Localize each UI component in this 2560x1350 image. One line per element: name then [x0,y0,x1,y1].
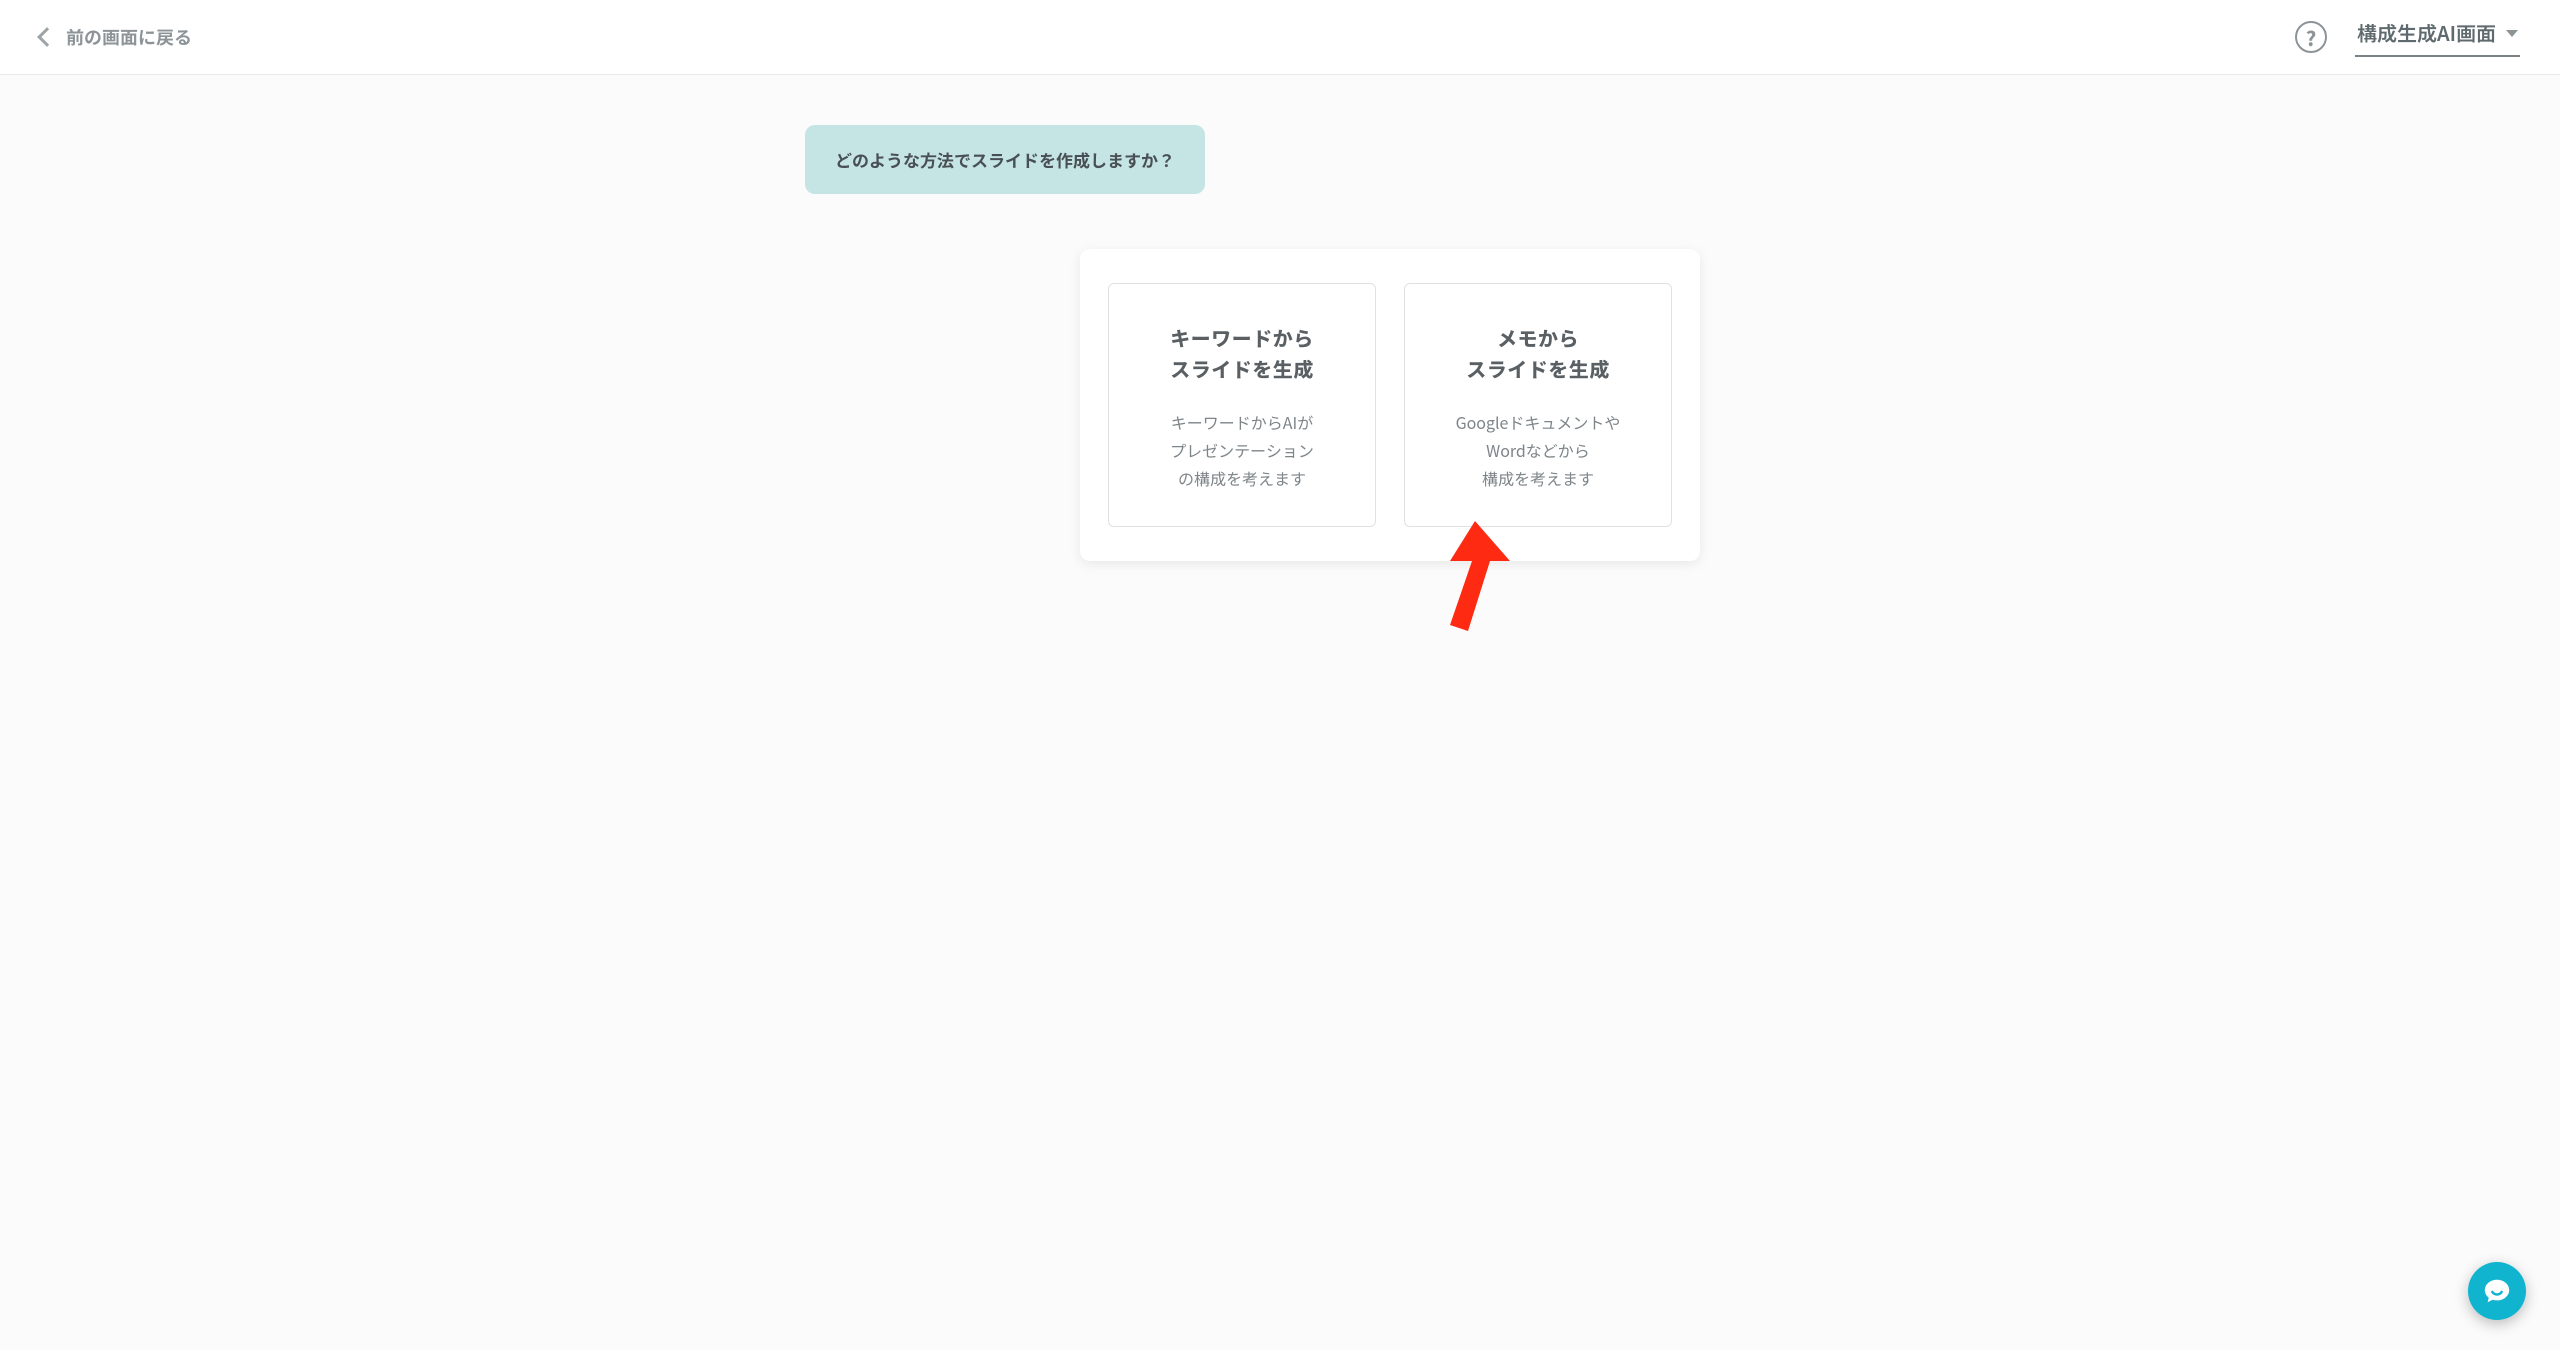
option-title-line: スライドを生成 [1466,354,1610,383]
chat-fab[interactable] [2468,1262,2526,1320]
prompt-text: どのような方法でスライドを作成しますか？ [835,147,1175,172]
help-icon[interactable]: ? [2295,21,2327,53]
option-desc-line: プレゼンテーション [1170,438,1314,462]
caret-down-icon [2506,30,2518,37]
annotation-arrow-icon [1420,521,1510,631]
top-bar: 前の画面に戻る ? 構成生成AI画面 [0,0,2560,75]
option-title-line: キーワードから [1170,323,1314,352]
option-title: キーワードから スライドを生成 [1170,322,1314,384]
option-desc-line: 構成を考えます [1482,466,1594,490]
prompt-bubble: どのような方法でスライドを作成しますか？ [805,125,1205,194]
back-button[interactable]: 前の画面に戻る [40,24,192,50]
option-title: メモから スライドを生成 [1466,322,1610,384]
option-title-line: メモから [1497,323,1579,352]
top-bar-right: ? 構成生成AI画面 [2295,18,2520,57]
option-desc-line: Wordなどから [1486,438,1590,462]
option-title-line: スライドを生成 [1170,354,1314,383]
option-desc: Googleドキュメントや Wordなどから 構成を考えます [1456,408,1621,492]
back-label: 前の画面に戻る [66,24,192,50]
option-desc-line: キーワードからAIが [1171,410,1313,434]
options-card: キーワードから スライドを生成 キーワードからAIが プレゼンテーション の構成… [1080,249,1700,561]
prompt-row: どのような方法でスライドを作成しますか？ [805,125,1625,194]
mode-selector[interactable]: 構成生成AI画面 [2355,18,2520,57]
chevron-left-icon [37,27,57,47]
option-from-memo[interactable]: メモから スライドを生成 Googleドキュメントや Wordなどから 構成を考… [1404,283,1672,527]
option-desc-line: Googleドキュメントや [1456,410,1621,434]
option-desc-line: の構成を考えます [1178,466,1306,490]
option-desc: キーワードからAIが プレゼンテーション の構成を考えます [1170,408,1314,492]
mode-label: 構成生成AI画面 [2357,18,2496,47]
page-body: どのような方法でスライドを作成しますか？ キーワードから スライドを生成 キーワ… [0,75,2560,561]
option-from-keyword[interactable]: キーワードから スライドを生成 キーワードからAIが プレゼンテーション の構成… [1108,283,1376,527]
chat-icon [2482,1276,2512,1306]
